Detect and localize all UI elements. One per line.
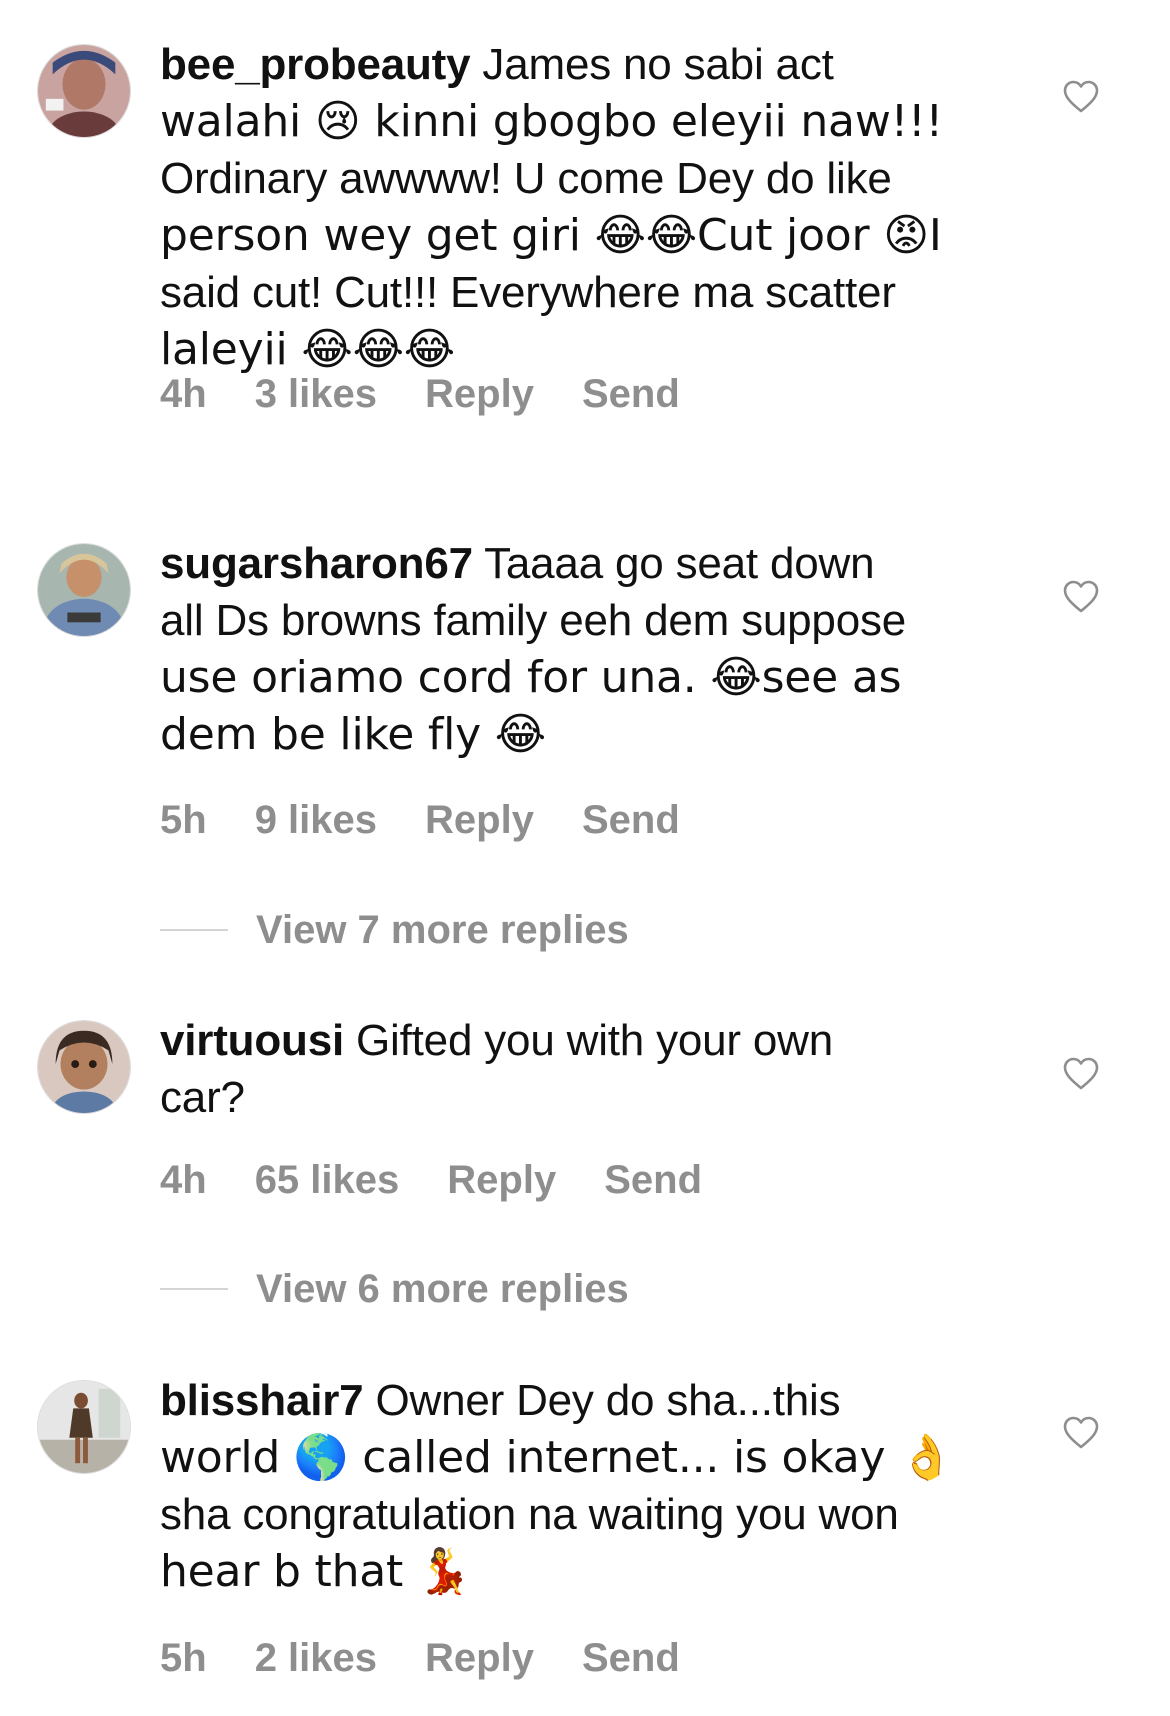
avatar[interactable]	[37, 1020, 131, 1114]
avatar[interactable]	[37, 543, 131, 637]
comment-line: sha congratulation na waiting you won	[160, 1490, 899, 1539]
send-button[interactable]: Send	[604, 1158, 702, 1202]
comment-line: Taaaa go seat down	[484, 539, 875, 588]
comment-likes[interactable]: 3 likes	[255, 372, 377, 416]
heart-outline-icon[interactable]	[1063, 580, 1099, 614]
comment-line: James no sabi act	[482, 40, 834, 89]
avatar[interactable]	[37, 1380, 131, 1474]
avatar[interactable]	[37, 44, 131, 138]
view-more-replies-button[interactable]: View 7 more replies	[160, 906, 629, 954]
view-more-replies-label: View 7 more replies	[256, 907, 629, 952]
view-more-replies-button[interactable]: View 6 more replies	[160, 1265, 629, 1313]
comment-meta: 4h 3 likes Reply Send	[160, 372, 728, 417]
comment-username[interactable]: sugarsharon67	[160, 539, 473, 588]
send-button[interactable]: Send	[582, 1636, 680, 1680]
comment-line: Owner Dey do sha...this	[375, 1376, 841, 1425]
comment-time: 5h	[160, 798, 207, 842]
comment-line: walahi 😢 kinni gbogbo eleyii naw!!!	[160, 96, 943, 147]
comment-meta: 4h 65 likes Reply Send	[160, 1158, 750, 1203]
comment-line: all Ds browns family eeh dem suppose	[160, 596, 907, 645]
comment-time: 5h	[160, 1636, 207, 1680]
comment-line: use oriamo cord for una. 😂see as	[160, 652, 902, 703]
comment-text: bee_probeauty James no sabi act walahi 😢…	[160, 36, 1010, 378]
reply-button[interactable]: Reply	[447, 1158, 556, 1202]
send-button[interactable]: Send	[582, 372, 680, 416]
comment-line: world 🌎 called internet... is okay 👌	[160, 1432, 954, 1483]
comment-line: laleyii 😂😂😂	[160, 324, 455, 375]
comment-username[interactable]: blisshair7	[160, 1376, 364, 1425]
send-button[interactable]: Send	[582, 798, 680, 842]
comment-username[interactable]: bee_probeauty	[160, 40, 471, 89]
heart-outline-icon[interactable]	[1063, 80, 1099, 114]
comment-line: dem be like fly 😂	[160, 709, 547, 760]
comment-username[interactable]: virtuousi	[160, 1016, 344, 1065]
comment-likes[interactable]: 2 likes	[255, 1636, 377, 1680]
comment-time: 4h	[160, 1158, 207, 1202]
view-more-replies-label: View 6 more replies	[256, 1266, 629, 1311]
reply-button[interactable]: Reply	[425, 372, 534, 416]
reply-button[interactable]: Reply	[425, 1636, 534, 1680]
comment-line: said cut! Cut!!! Everywhere ma scatter	[160, 268, 896, 317]
comment-time: 4h	[160, 372, 207, 416]
reply-button[interactable]: Reply	[425, 798, 534, 842]
divider	[160, 1288, 228, 1290]
comment-line: hear b that 💃	[160, 1546, 472, 1597]
divider	[160, 929, 228, 931]
comment-likes[interactable]: 65 likes	[255, 1158, 400, 1202]
comment-text: sugarsharon67 Taaaa go seat down all Ds …	[160, 535, 1010, 763]
comment-meta: 5h 9 likes Reply Send	[160, 798, 728, 843]
comment-text: blisshair7 Owner Dey do sha...this world…	[160, 1372, 1010, 1600]
comment-line: car?	[160, 1073, 245, 1122]
heart-outline-icon[interactable]	[1063, 1416, 1099, 1450]
comment-meta: 5h 2 likes Reply Send	[160, 1636, 728, 1681]
heart-outline-icon[interactable]	[1063, 1057, 1099, 1091]
comment-line: Gifted you with your own	[356, 1016, 834, 1065]
comment-line: Ordinary awwww! U come Dey do like	[160, 154, 892, 203]
comment-line: person wey get giri 😂😂Cut joor 😡I	[160, 210, 942, 261]
comment-likes[interactable]: 9 likes	[255, 798, 377, 842]
comment-text: virtuousi Gifted you with your own car?	[160, 1012, 1010, 1126]
